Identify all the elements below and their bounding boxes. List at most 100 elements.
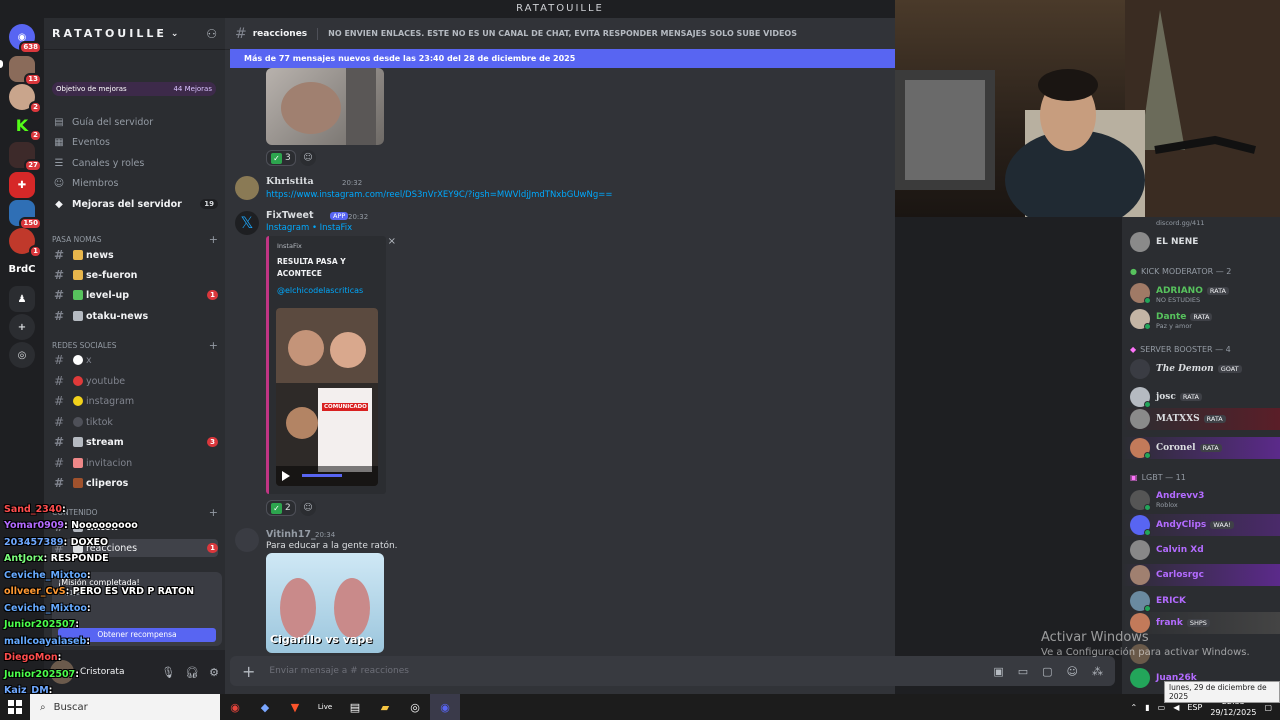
gift-icon[interactable]: ▣ (993, 665, 1003, 678)
avatar[interactable] (50, 660, 74, 684)
message-composer[interactable]: + Enviar mensaje a # reacciones ▣ ▭ ▢ ☺ … (230, 656, 1115, 686)
member-row[interactable]: ERICK (1122, 590, 1280, 612)
category-pasa-nomas[interactable]: PASA NOMAS + (52, 233, 218, 246)
member-row[interactable]: Dante RATA Paz y amor (1122, 308, 1280, 330)
notifications-icon[interactable]: ▢ (1264, 703, 1272, 712)
claim-reward-button[interactable]: Obtener recompensa (58, 628, 216, 642)
channel-tiktok[interactable]: # tiktok (52, 413, 218, 431)
channel-youtube[interactable]: # youtube (52, 372, 218, 390)
channel-news[interactable]: # news (52, 246, 218, 264)
channel-level-up[interactable]: # level-up 1 (52, 286, 218, 304)
microphone-icon[interactable]: 🎙︎ (161, 666, 175, 679)
chevron-up-icon[interactable]: ⌃ (1131, 703, 1138, 712)
embed-source[interactable]: Instagram • InstaFix (266, 223, 352, 233)
headphones-icon[interactable]: 🎧︎ (185, 666, 199, 679)
embed-author-link[interactable]: @elchicodelascriticas (277, 286, 363, 295)
boost-goal-bar[interactable]: Objetivo de mejoras 44 Mejoras (52, 82, 216, 96)
member-row[interactable]: The Demon GOAT (1122, 358, 1280, 380)
member-row[interactable]: EL NENE (1122, 231, 1280, 253)
channel-topic[interactable]: NO ENVIEN ENLACES. ESTE NO ES UN CANAL D… (328, 29, 797, 38)
message-input[interactable]: Enviar mensaje a # reacciones (269, 666, 409, 676)
server-icon-5[interactable]: ✚ (9, 172, 35, 198)
message-image[interactable] (266, 68, 384, 145)
dm-home-button[interactable]: ◉ 638 (9, 24, 42, 54)
add-channel-icon[interactable]: + (209, 233, 218, 246)
nav-server-guide[interactable]: ▤ Guía del servidor (52, 113, 218, 131)
add-server-button[interactable]: + (9, 314, 35, 340)
channel-instagram[interactable]: # instagram (52, 392, 218, 410)
message-link[interactable]: https://www.instagram.com/reel/DS3nVrXEY… (266, 190, 613, 200)
member-row[interactable]: MATXXS RATA (1122, 408, 1280, 430)
copilot-icon[interactable]: ◆ (250, 694, 280, 720)
server-icon-9[interactable]: ♟ (9, 286, 35, 312)
member-row[interactable]: AndyClips WAA! (1122, 514, 1280, 536)
message-author[interactable]: Vitinh17_ (266, 529, 316, 540)
member-row[interactable]: josc RATA (1122, 386, 1280, 408)
brave-icon[interactable]: ▼ (280, 694, 310, 720)
embed-title[interactable]: RESULTA PASA Y ACONTECE (277, 256, 377, 280)
member-row[interactable]: Andrevv3 Roblox (1122, 489, 1280, 511)
add-reaction-button[interactable]: ☺ (300, 150, 316, 166)
avatar[interactable] (235, 528, 259, 552)
server-name: RATATOUILLE (52, 27, 167, 40)
emoji-icon[interactable]: ☺ (1067, 665, 1078, 678)
channel-cliperos[interactable]: # cliperos (52, 474, 218, 492)
reaction-check[interactable]: ✓ 3 (266, 150, 296, 166)
new-messages-bar[interactable]: Más de 77 mensajes nuevos desde las 23:4… (230, 49, 895, 68)
nav-server-boost[interactable]: ◆ Mejoras del servidor 19 (52, 195, 218, 213)
reaction-check[interactable]: ✓ 2 (266, 500, 296, 516)
chrome-icon[interactable]: ◉ (220, 694, 250, 720)
folder-icon[interactable]: ▰ (370, 694, 400, 720)
language-indicator[interactable]: ESP (1187, 703, 1202, 712)
channel-otaku-news[interactable]: # otaku-news (52, 307, 218, 325)
online-status (1144, 529, 1151, 536)
gif-icon[interactable]: ▭ (1018, 665, 1028, 678)
discord-icon[interactable]: ◉ (430, 694, 460, 720)
taskbar-search[interactable]: ⌕ Buscar (30, 694, 220, 720)
server-icon-7[interactable]: 1 (9, 228, 42, 258)
volume-icon[interactable]: ◀ (1173, 703, 1179, 712)
close-icon[interactable]: × (388, 236, 396, 247)
server-icon-brdc[interactable]: BrdC (8, 256, 35, 282)
nav-events[interactable]: ▦ Eventos (52, 133, 218, 151)
network-icon[interactable]: ▭ (1158, 703, 1166, 712)
invite-icon[interactable]: ⚇ (206, 27, 217, 41)
mic-icon[interactable]: ▮ (1145, 703, 1149, 712)
gear-icon[interactable]: ⚙ (209, 666, 219, 679)
add-reaction-button[interactable]: ☺ (300, 500, 316, 516)
channel-se-fueron[interactable]: # se-fueron (52, 266, 218, 284)
channel-x[interactable]: # x (52, 351, 218, 369)
server-header[interactable]: RATATOUILLE ⌄ ⚇ (44, 18, 225, 50)
server-icon-4[interactable]: 27 (9, 142, 42, 172)
message-image[interactable]: Cigarillo vs vape (266, 553, 384, 653)
avatar[interactable] (235, 176, 259, 200)
video-player[interactable]: COMUNICADO (276, 308, 378, 486)
server-icon-1[interactable]: 13 (9, 56, 42, 86)
search-input[interactable]: Buscar (54, 702, 88, 713)
message-author[interactable]: FixTweet (266, 210, 314, 221)
member-name: The Demon (1156, 364, 1214, 374)
message-author[interactable]: Khristita (266, 176, 314, 187)
live-icon[interactable]: Live (310, 694, 340, 720)
member-row[interactable]: ADRIANO RATA NO ESTUDIES (1122, 282, 1280, 304)
start-button[interactable] (0, 694, 30, 720)
channel-tiktok-content[interactable]: # tiktok (52, 518, 218, 536)
server-icon-kick[interactable]: K2 (9, 112, 42, 142)
notepad-icon[interactable]: ▤ (340, 694, 370, 720)
sticker-icon[interactable]: ▢ (1042, 665, 1052, 678)
channel-stream[interactable]: # stream 3 (52, 433, 218, 451)
member-row[interactable]: Coronel RATA (1122, 437, 1280, 459)
channel-invitacion[interactable]: # invitacion (52, 454, 218, 472)
twitter-bird-icon[interactable]: 𝕏 (235, 211, 259, 235)
explore-button[interactable]: ◎ (9, 342, 35, 368)
obs-icon[interactable]: ◎ (400, 694, 430, 720)
member-row[interactable]: Carlosrgc (1122, 564, 1280, 586)
server-icon-2[interactable]: 2 (9, 84, 42, 114)
server-icon-6[interactable]: 150 (9, 200, 42, 230)
nav-channels-roles[interactable]: ☰ Canales y roles (52, 154, 218, 172)
channel-reacciones[interactable]: # reacciones 1 (52, 539, 218, 557)
member-row[interactable]: Calvin Xd (1122, 539, 1280, 561)
apps-icon[interactable]: ⁂ (1092, 665, 1103, 678)
nav-members[interactable]: ☺ Miembros (52, 174, 218, 192)
plus-icon[interactable]: + (242, 662, 255, 681)
